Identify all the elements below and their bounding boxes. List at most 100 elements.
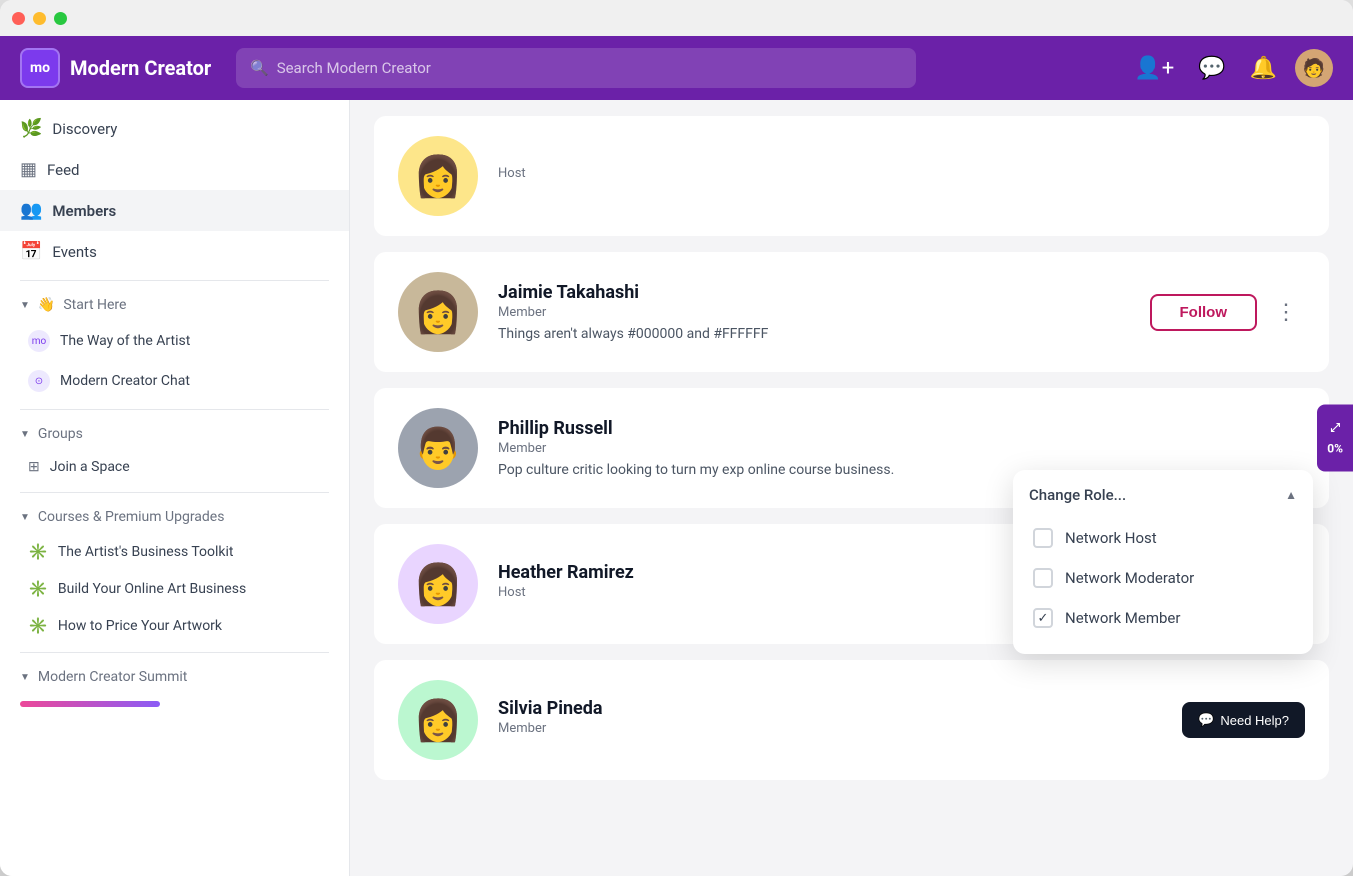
minimize-button[interactable] — [33, 12, 46, 25]
divider-2 — [20, 409, 329, 410]
host-top-role: Host — [498, 166, 1305, 181]
modern-creator-chat-icon: ⊙ — [28, 370, 50, 392]
sidebar-label-build-art-biz: Build Your Online Art Business — [58, 581, 246, 597]
build-art-biz-icon: ✳️ — [28, 579, 48, 598]
float-expand-button[interactable]: ⤢ 0% — [1317, 405, 1353, 472]
sidebar-item-artists-toolkit[interactable]: ✳️ The Artist's Business Toolkit — [0, 533, 349, 570]
sidebar-item-events[interactable]: 📅 Events — [0, 231, 349, 272]
host-top-avatar: 👩 — [398, 136, 478, 216]
sidebar-label-artists-toolkit: The Artist's Business Toolkit — [58, 544, 234, 560]
sidebar-item-feed[interactable]: ▦ Feed — [0, 149, 349, 190]
courses-arrow-icon: ▼ — [20, 512, 30, 523]
groups-arrow-icon: ▼ — [20, 429, 30, 440]
section-summit-label: Modern Creator Summit — [38, 669, 187, 685]
events-icon: 📅 — [20, 241, 42, 262]
artists-toolkit-icon: ✳️ — [28, 542, 48, 561]
network-member-checkbox[interactable] — [1033, 608, 1053, 628]
silvia-role: Member — [498, 721, 1162, 736]
search-placeholder: Search Modern Creator — [277, 59, 431, 77]
sidebar-label-join-space: Join a Space — [50, 459, 130, 475]
need-help-label: Need Help? — [1220, 713, 1289, 728]
section-summit[interactable]: ▼ Modern Creator Summit — [0, 661, 349, 693]
section-start-here-label: Start Here — [63, 297, 126, 313]
follow-button[interactable]: Follow — [1150, 294, 1258, 331]
price-artwork-icon: ✳️ — [28, 616, 48, 635]
phillip-info: Phillip Russell Member Pop culture criti… — [498, 418, 1305, 478]
arrow-icon: ▼ — [20, 300, 30, 311]
phillip-avatar: 👨 — [398, 408, 478, 488]
sidebar-label-price-artwork: How to Price Your Artwork — [58, 618, 222, 634]
divider-1 — [20, 280, 329, 281]
sidebar-label-way-of-artist: The Way of the Artist — [60, 333, 190, 349]
jaimie-info: Jaimie Takahashi Member Things aren't al… — [498, 282, 1130, 342]
dropdown-item-network-member[interactable]: Network Member — [1029, 598, 1297, 638]
jaimie-bio: Things aren't always #000000 and #FFFFFF — [498, 326, 1130, 342]
brand: mo Modern Creator — [20, 48, 220, 88]
sidebar-item-build-art-biz[interactable]: ✳️ Build Your Online Art Business — [0, 570, 349, 607]
bell-icon[interactable]: 🔔 — [1244, 50, 1283, 87]
more-options-button[interactable]: ⋮ — [1267, 296, 1305, 329]
network-moderator-checkbox[interactable] — [1033, 568, 1053, 588]
silvia-actions: 💬 Need Help? — [1182, 702, 1305, 738]
change-role-dropdown: Change Role... ▲ Network Host Network Mo… — [1013, 470, 1313, 654]
user-avatar[interactable]: 🧑 — [1295, 49, 1333, 87]
add-user-icon[interactable]: 👤+ — [1128, 50, 1180, 87]
dropdown-item-network-moderator[interactable]: Network Moderator — [1029, 558, 1297, 598]
sidebar-label-modern-creator-chat: Modern Creator Chat — [60, 373, 190, 389]
summit-content — [0, 693, 349, 715]
network-host-label: Network Host — [1065, 529, 1157, 547]
network-host-checkbox[interactable] — [1033, 528, 1053, 548]
sidebar-item-join-space[interactable]: ⊞ Join a Space — [0, 450, 349, 484]
member-card-host-top: 👩 Host — [374, 116, 1329, 236]
content-area: 👩 Host 👩 Jaimie Takahashi Member Things … — [350, 100, 1353, 876]
app-window: mo Modern Creator 🔍 Search Modern Creato… — [0, 0, 1353, 876]
header-icons: 👤+ 💬 🔔 🧑 — [1128, 49, 1333, 87]
silvia-info: Silvia Pineda Member — [498, 698, 1162, 742]
sidebar-item-modern-creator-chat[interactable]: ⊙ Modern Creator Chat — [0, 361, 349, 401]
sidebar-label-members: Members — [52, 202, 116, 220]
section-start-here[interactable]: ▼ 👋 Start Here — [0, 289, 349, 321]
member-card-silvia: 👩 Silvia Pineda Member 💬 Need Help? — [374, 660, 1329, 780]
network-moderator-label: Network Moderator — [1065, 569, 1194, 587]
header: mo Modern Creator 🔍 Search Modern Creato… — [0, 36, 1353, 100]
dropdown-title: Change Role... — [1029, 486, 1126, 504]
jaimie-role: Member — [498, 305, 1130, 320]
need-help-button[interactable]: 💬 Need Help? — [1182, 702, 1305, 738]
section-start-here-emoji: 👋 — [38, 297, 55, 313]
jaimie-avatar: 👩 — [398, 272, 478, 352]
sidebar-item-members[interactable]: 👥 Members — [0, 190, 349, 231]
phillip-name: Phillip Russell — [498, 418, 1305, 439]
sidebar-label-feed: Feed — [47, 161, 80, 179]
host-top-info: Host — [498, 166, 1305, 187]
help-icon: 💬 — [1198, 712, 1214, 728]
sidebar-item-price-artwork[interactable]: ✳️ How to Price Your Artwork — [0, 607, 349, 644]
search-bar[interactable]: 🔍 Search Modern Creator — [236, 48, 916, 88]
members-icon: 👥 — [20, 200, 42, 221]
jaimie-actions: Follow ⋮ — [1150, 294, 1306, 331]
maximize-button[interactable] — [54, 12, 67, 25]
jaimie-name: Jaimie Takahashi — [498, 282, 1130, 303]
heather-avatar: 👩 — [398, 544, 478, 624]
silvia-avatar: 👩 — [398, 680, 478, 760]
sidebar-item-discovery[interactable]: 🌿 Discovery — [0, 108, 349, 149]
search-icon: 🔍 — [250, 59, 269, 77]
section-courses-label: Courses & Premium Upgrades — [38, 509, 225, 525]
dropdown-header: Change Role... ▲ — [1029, 486, 1297, 504]
section-groups[interactable]: ▼ Groups — [0, 418, 349, 450]
sidebar-item-way-of-artist[interactable]: mo The Way of the Artist — [0, 321, 349, 361]
member-card-jaimie: 👩 Jaimie Takahashi Member Things aren't … — [374, 252, 1329, 372]
join-space-icon: ⊞ — [28, 459, 40, 475]
summit-arrow-icon: ▼ — [20, 672, 30, 683]
close-button[interactable] — [12, 12, 25, 25]
silvia-name: Silvia Pineda — [498, 698, 1162, 719]
phillip-role: Member — [498, 441, 1305, 456]
network-member-label: Network Member — [1065, 609, 1180, 627]
brand-logo: mo — [20, 48, 60, 88]
summit-progress-bar — [20, 701, 160, 707]
section-courses[interactable]: ▼ Courses & Premium Upgrades — [0, 501, 349, 533]
dropdown-item-network-host[interactable]: Network Host — [1029, 518, 1297, 558]
divider-4 — [20, 652, 329, 653]
expand-icon: ⤢ — [1330, 421, 1340, 436]
main-content: 🌿 Discovery ▦ Feed 👥 Members 📅 Events ▼ … — [0, 100, 1353, 876]
chat-icon[interactable]: 💬 — [1192, 50, 1231, 87]
